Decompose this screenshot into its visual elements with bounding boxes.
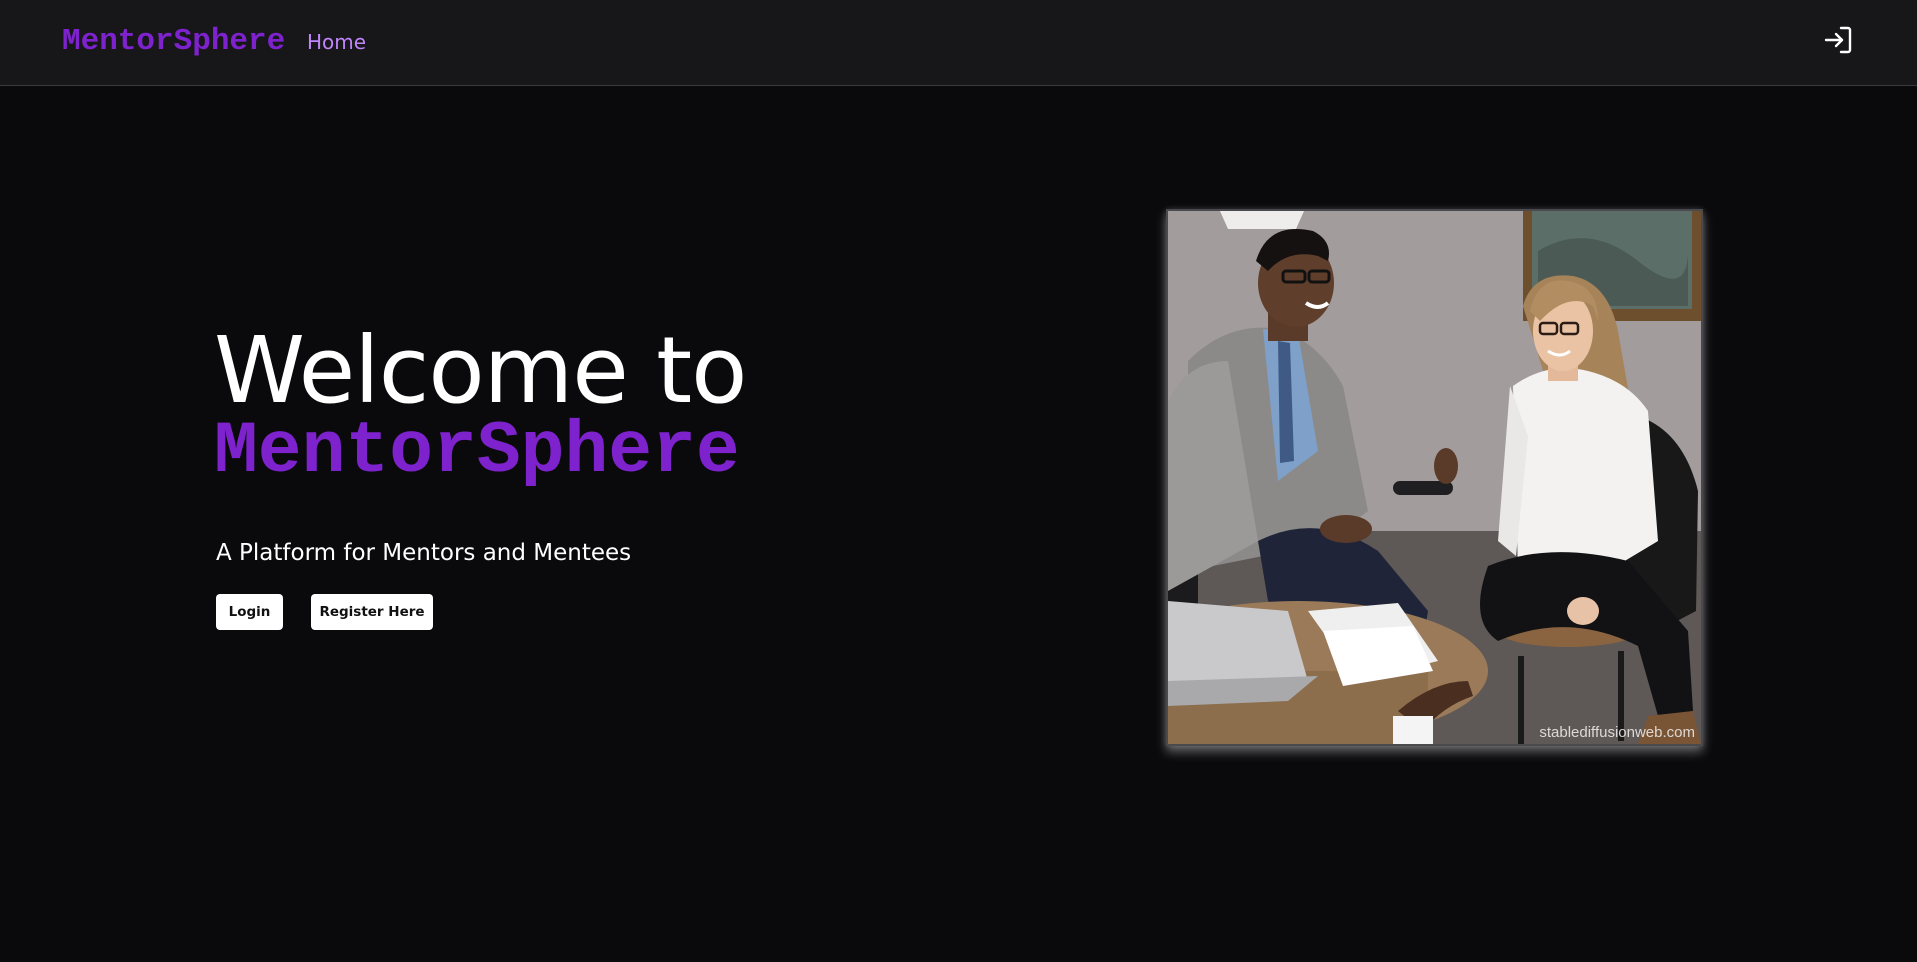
navbar: MentorSphere Home xyxy=(0,0,1917,86)
register-button[interactable]: Register Here xyxy=(311,594,433,630)
mentoring-illustration xyxy=(1168,211,1701,744)
login-button[interactable]: Login xyxy=(216,594,283,630)
hero-title-welcome: Welcome to xyxy=(214,317,747,424)
hero-title-brand: MentorSphere xyxy=(214,410,740,493)
login-arrow-icon[interactable] xyxy=(1822,24,1854,56)
brand-logo[interactable]: MentorSphere xyxy=(62,22,285,62)
hero-subtitle: A Platform for Mentors and Mentees xyxy=(216,540,632,566)
image-watermark: stablediffusionweb.com xyxy=(1539,724,1695,741)
hero-image-mentoring: stablediffusionweb.com xyxy=(1166,209,1703,746)
nav-home-link[interactable]: Home xyxy=(307,30,366,54)
